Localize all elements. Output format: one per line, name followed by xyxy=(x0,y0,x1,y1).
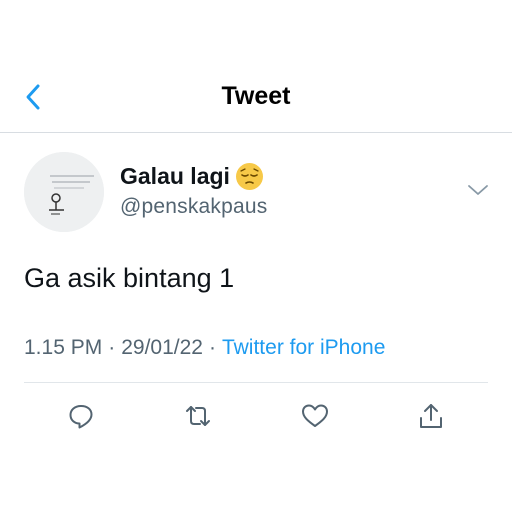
page-title: Tweet xyxy=(221,82,291,110)
tweet-metadata: 1.15 PM · 29/01/22 · Twitter for iPhone xyxy=(24,336,385,360)
top-bar: Tweet xyxy=(0,72,512,133)
author-name-row[interactable]: Galau lagi xyxy=(120,163,263,190)
share-icon xyxy=(417,401,445,431)
tweet-time: 1.15 PM xyxy=(24,336,103,359)
more-options-button[interactable] xyxy=(466,180,490,200)
divider xyxy=(24,382,488,383)
separator-dot: · xyxy=(208,336,216,359)
reply-button[interactable] xyxy=(63,398,99,434)
tweet-text: Ga asik bintang 1 xyxy=(24,263,235,293)
retweet-button[interactable] xyxy=(180,398,216,434)
retweet-icon xyxy=(182,402,214,430)
user-handle[interactable]: @penskakpaus xyxy=(120,195,267,219)
separator-dot: · xyxy=(108,336,116,359)
display-name[interactable]: Galau lagi xyxy=(120,163,230,190)
like-button[interactable] xyxy=(297,398,333,434)
tweet-actions xyxy=(0,398,512,434)
tweet-source-link[interactable]: Twitter for iPhone xyxy=(222,336,385,359)
tweet-date: 29/01/22 xyxy=(121,336,203,359)
chevron-down-icon xyxy=(466,180,490,200)
like-icon xyxy=(300,402,330,430)
reply-icon xyxy=(67,402,95,430)
pensive-face-emoji-icon xyxy=(235,163,263,190)
share-button[interactable] xyxy=(413,398,449,434)
avatar[interactable] xyxy=(24,152,104,232)
